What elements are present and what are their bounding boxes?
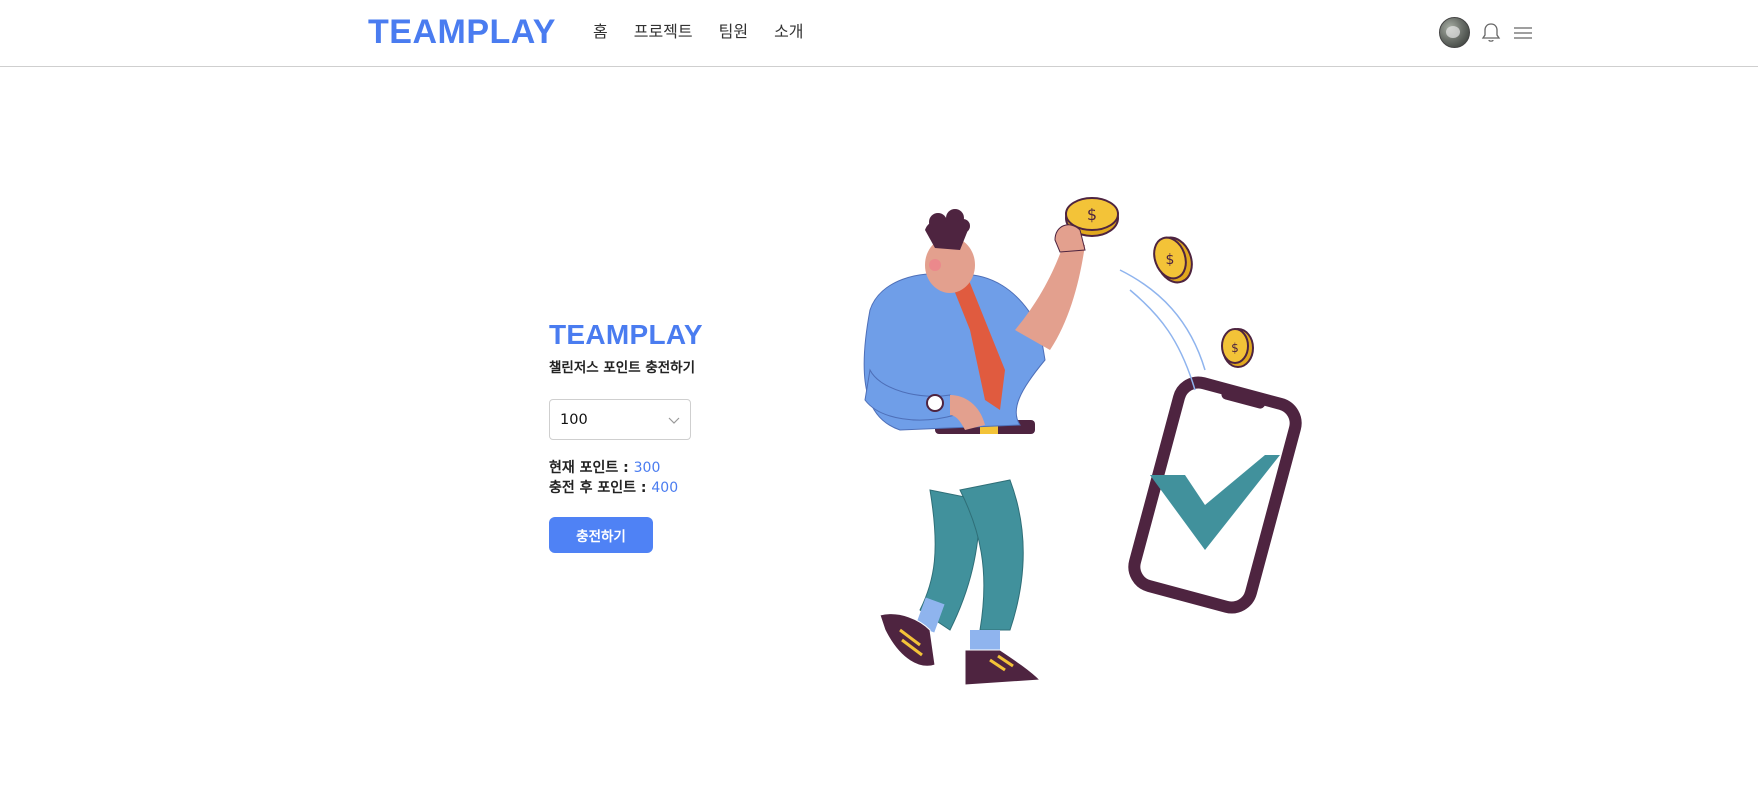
coin-graphic-2: $	[1153, 236, 1193, 284]
charge-panel: TEAMPLAY 챌린저스 포인트 충전하기 100 현재 포인트 : 300 …	[549, 318, 789, 553]
main-nav: 홈 프로젝트 팀원 소개	[593, 20, 804, 44]
illustration-svg: $ $ $	[863, 197, 1302, 686]
nav-item-projects[interactable]: 프로젝트	[634, 20, 693, 44]
coin-graphic-3: $	[1221, 328, 1254, 368]
panel-brand: TEAMPLAY	[549, 319, 703, 350]
nav-item-about[interactable]: 소개	[774, 20, 803, 44]
after-points-label: 충전 후 포인트 :	[549, 480, 652, 496]
brand-logo[interactable]: TEAMPLAY	[368, 14, 556, 50]
current-points-row: 현재 포인트 : 300	[549, 458, 789, 478]
svg-text:$: $	[1087, 205, 1097, 224]
chevron-down-icon	[668, 410, 680, 429]
current-points-label: 현재 포인트 :	[549, 460, 634, 476]
avatar[interactable]	[1439, 17, 1470, 48]
svg-text:$: $	[1231, 341, 1239, 355]
svg-text:$: $	[1166, 252, 1175, 268]
panel-subtitle: 챌린저스 포인트 충전하기	[549, 360, 696, 376]
hamburger-menu-icon[interactable]	[1512, 22, 1534, 44]
nav-item-home[interactable]: 홈	[593, 20, 608, 44]
charge-button[interactable]: 충전하기	[549, 517, 653, 553]
header-actions	[1439, 17, 1534, 48]
nav-item-team[interactable]: 팀원	[719, 20, 748, 44]
bell-icon[interactable]	[1480, 22, 1502, 44]
current-points-value: 300	[633, 460, 661, 476]
illustration: $ $ $	[840, 190, 1320, 710]
top-header: TEAMPLAY 홈 프로젝트 팀원 소개	[0, 0, 1758, 67]
person-graphic	[863, 209, 1086, 686]
after-points-value: 400	[651, 480, 679, 496]
charge-amount-select[interactable]: 100	[549, 399, 691, 440]
phone-graphic	[1128, 376, 1302, 614]
after-points-row: 충전 후 포인트 : 400	[549, 478, 789, 498]
points-info: 현재 포인트 : 300 충전 후 포인트 : 400	[549, 458, 789, 498]
select-value: 100	[560, 411, 588, 428]
